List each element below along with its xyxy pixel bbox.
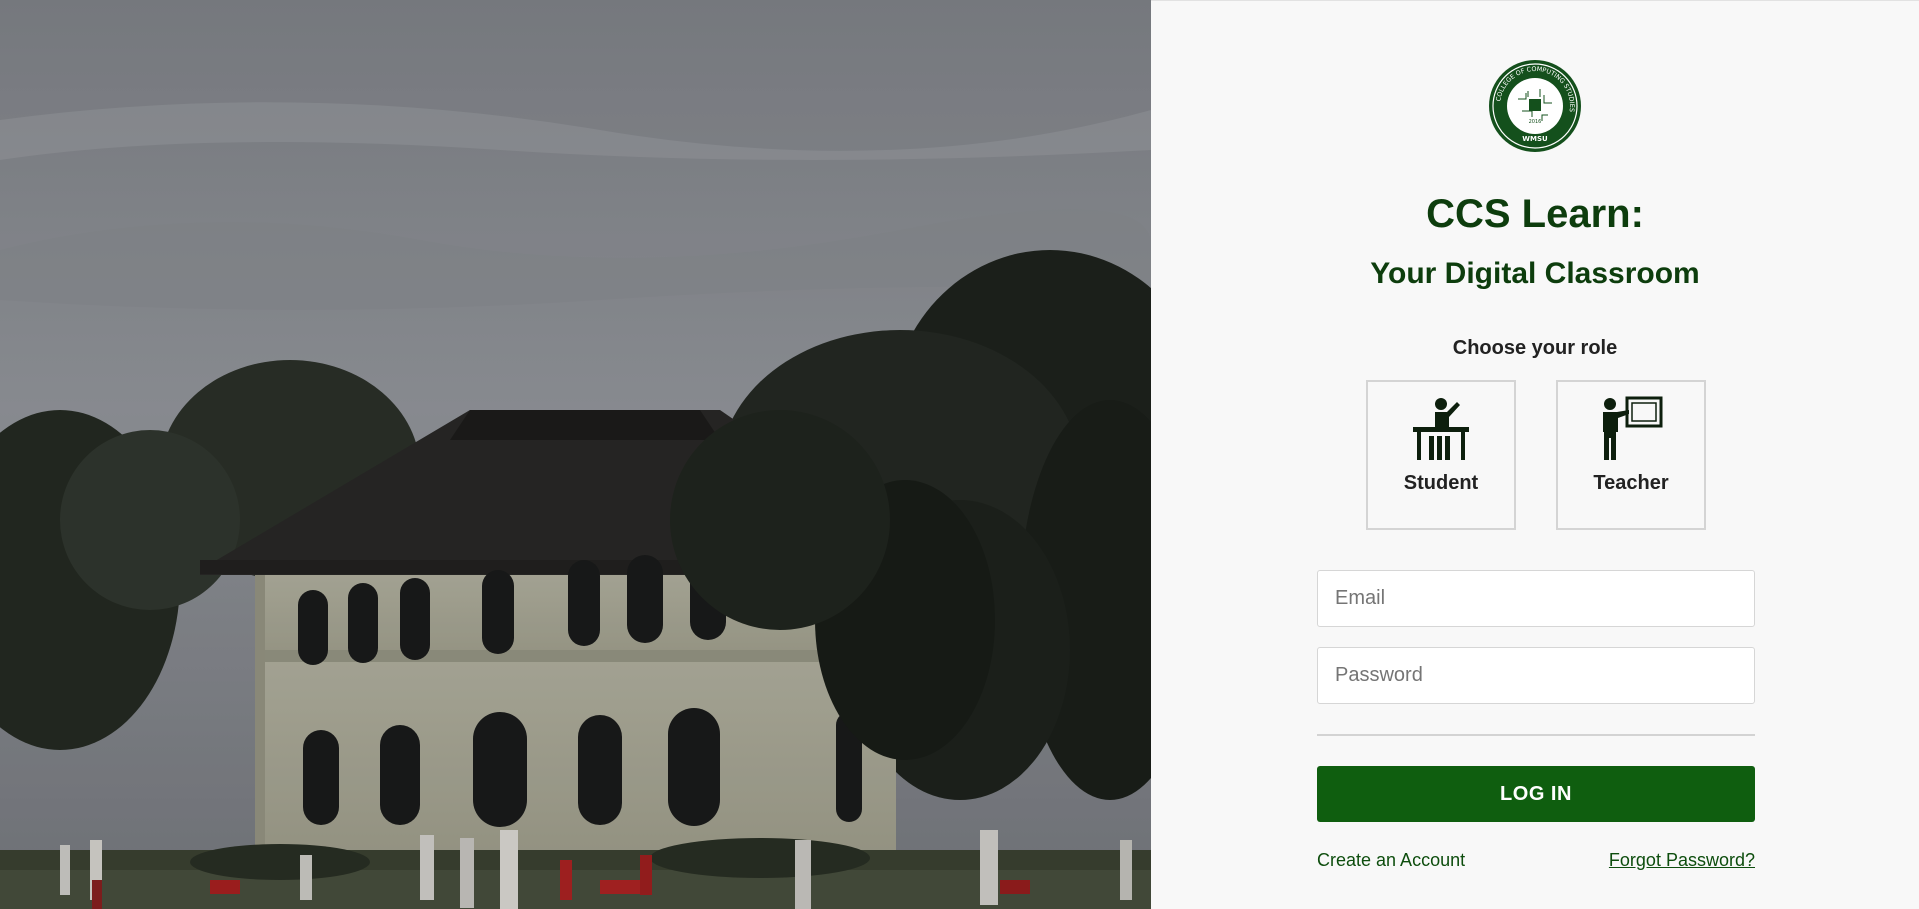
page-title: CCS Learn: <box>1426 192 1644 236</box>
student-role-button[interactable]: Student <box>1366 380 1516 530</box>
teacher-role-button[interactable]: Teacher <box>1556 380 1706 530</box>
login-button[interactable]: LOG IN <box>1317 766 1755 822</box>
login-panel: 2016 WMSU COLLEGE OF COMPUTING STUDIES C… <box>1151 0 1919 909</box>
svg-text:2016: 2016 <box>1529 119 1542 125</box>
teacher-board-icon <box>1603 396 1663 460</box>
college-seal-icon: 2016 WMSU COLLEGE OF COMPUTING STUDIES <box>1488 59 1582 153</box>
svg-text:WMSU: WMSU <box>1522 135 1548 143</box>
password-field[interactable] <box>1317 647 1755 704</box>
campus-building-image <box>0 0 1151 909</box>
student-role-label: Student <box>1403 472 1479 494</box>
email-field[interactable] <box>1317 570 1755 627</box>
forgot-password-link[interactable]: Forgot Password? <box>1609 850 1755 871</box>
student-desk-icon <box>1413 398 1469 460</box>
form-divider <box>1317 734 1755 736</box>
campus-photo <box>0 0 1151 909</box>
role-heading: Choose your role <box>1452 337 1618 359</box>
teacher-role-label: Teacher <box>1593 472 1669 494</box>
page-subtitle: Your Digital Classroom <box>1370 257 1700 290</box>
create-account-link[interactable]: Create an Account <box>1317 850 1465 871</box>
